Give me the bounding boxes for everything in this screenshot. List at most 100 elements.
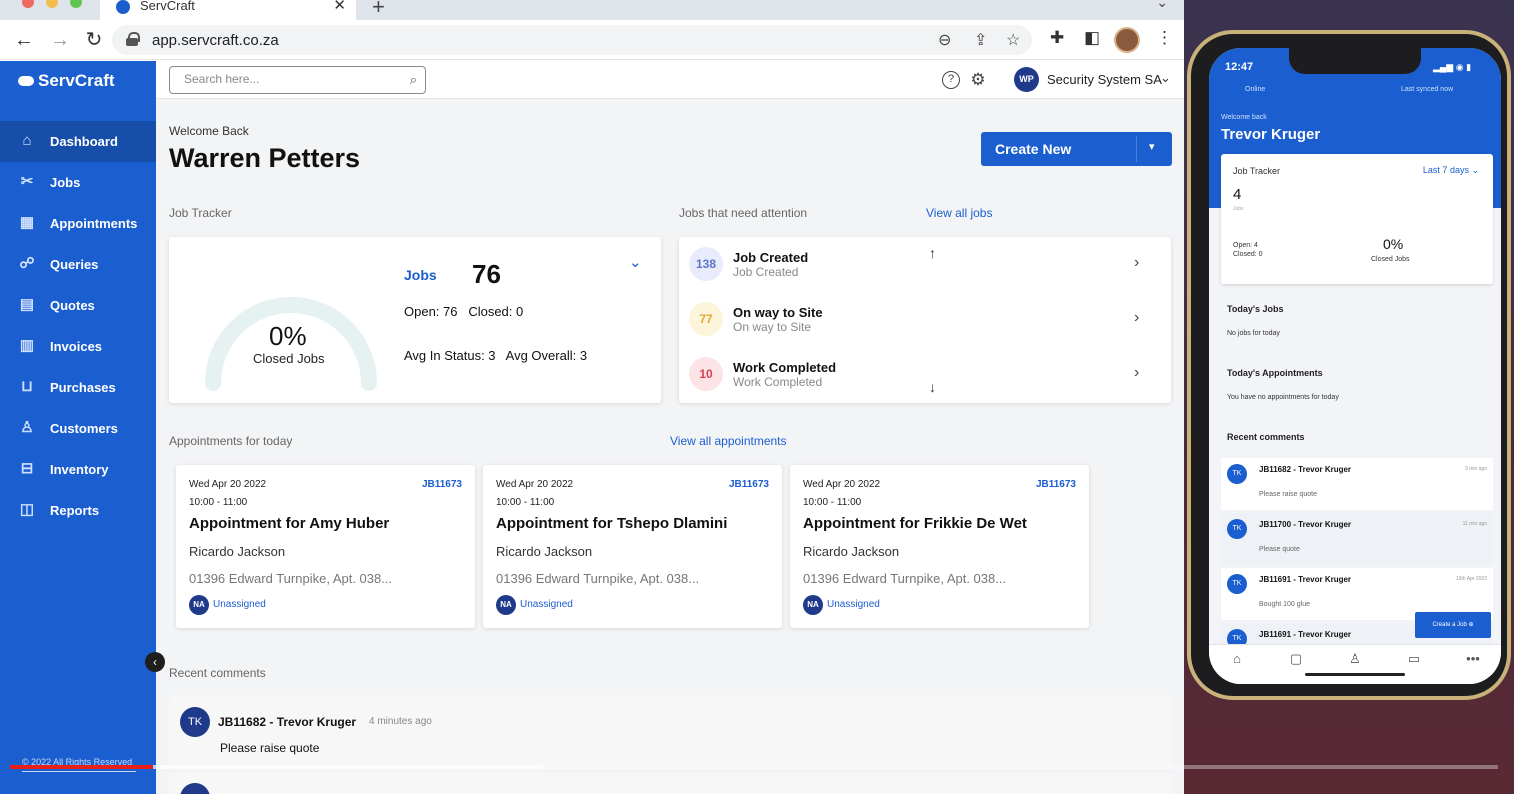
sidebar-item-label: Purchases <box>50 380 116 395</box>
org-name: Security System SA <box>1047 72 1162 87</box>
comment-time: 4 minutes ago <box>369 716 432 727</box>
browser-tab[interactable]: ServCraft ✕ <box>100 0 356 20</box>
chevron-right-icon[interactable]: › <box>1134 254 1139 272</box>
search-box[interactable]: ⌕ <box>169 66 426 94</box>
appointment-job-link[interactable]: JB11673 <box>729 479 769 490</box>
date-range-dropdown[interactable]: Last 7 days ⌄ <box>1423 165 1479 176</box>
tab-search-chevron-icon[interactable]: ⌄ <box>1156 0 1168 11</box>
home-indicator <box>1305 673 1405 676</box>
sidebar-item-quotes[interactable]: ▤ Quotes <box>0 285 156 326</box>
clipboard-icon[interactable]: ▭ <box>1402 651 1426 669</box>
mobile-jobs-count: 4 <box>1233 186 1242 203</box>
comment-heading: JB11700 - Trevor Kruger <box>1259 520 1352 529</box>
appointment-card[interactable]: Wed Apr 20 2022 10:00 - 11:00 JB11673 Appoi… <box>176 465 475 628</box>
appointment-card[interactable]: Wed Apr 20 2022 10:00 - 11:00 JB11673 Appoi… <box>790 465 1089 628</box>
servcraft-logo[interactable]: ServCraft <box>18 71 115 91</box>
status-count-badge: 10 <box>689 357 723 391</box>
report-icon: ◫ <box>19 501 35 518</box>
sidebar-item-invoices[interactable]: ▥ Invoices <box>0 326 156 367</box>
sidebar: ServCraft ⌂ Dashboard ✂ Jobs ▦ Appointments ☍ Q… <box>0 61 156 794</box>
side-panel-icon[interactable]: ◧ <box>1084 28 1100 48</box>
customers-icon[interactable]: ♙ <box>1343 651 1367 669</box>
attention-row[interactable]: 10 Work Completed Work Completed › <box>679 347 1171 402</box>
button-divider <box>1136 136 1137 162</box>
mobile-app-screen: 12:47 ▂▄▆ ◉ ▮ Online Last synced now Wel… <box>1209 48 1501 684</box>
tab-title: ServCraft <box>140 0 195 13</box>
create-job-button[interactable]: Create a Job ⊕ <box>1415 612 1491 638</box>
reload-icon[interactable]: ↻ <box>82 28 106 52</box>
sidebar-item-dashboard[interactable]: ⌂ Dashboard <box>0 121 156 162</box>
browser-menu-icon[interactable]: ⋮ <box>1156 28 1173 48</box>
attention-row[interactable]: 77 On way to Site On way to Site › <box>679 292 1171 347</box>
home-icon[interactable]: ⌂ <box>1225 651 1249 669</box>
assignee-avatar: NA <box>496 595 516 615</box>
comment-time: 11 min ago <box>1462 521 1487 527</box>
zoom-icon[interactable]: ⊖ <box>938 30 951 50</box>
browser-toolbar: ← → ↻ app.servcraft.co.za ⊖ ⇪ ☆ ✚ ◧ ⋮ <box>0 20 1184 60</box>
sidebar-item-queries[interactable]: ☍ Queries <box>0 244 156 285</box>
open-closed-counts: Open: 76 Closed: 0 <box>404 304 524 319</box>
settings-gear-icon[interactable]: ⚙ <box>969 71 987 89</box>
chevron-down-icon: ⌄ <box>1160 70 1171 85</box>
sidebar-item-appointments[interactable]: ▦ Appointments <box>0 203 156 244</box>
sidebar-item-purchases[interactable]: ⊔ Purchases <box>0 367 156 408</box>
appointment-card[interactable]: Wed Apr 20 2022 10:00 - 11:00 JB11673 Appoi… <box>483 465 782 628</box>
comment-heading: JB11682 - Trevor Kruger <box>1259 465 1352 474</box>
back-arrow-icon[interactable]: ← <box>12 28 36 52</box>
quote-doc-icon: ▤ <box>19 296 35 313</box>
tracker-expand-chevron-icon[interactable]: ⌄ <box>629 253 642 271</box>
address-bar[interactable]: app.servcraft.co.za ⊖ ⇪ ☆ <box>112 25 1032 55</box>
attention-row[interactable]: 138 Job Created Job Created › <box>679 237 1171 292</box>
lock-icon <box>126 32 140 46</box>
sync-status[interactable]: Last synced now <box>1401 86 1453 93</box>
close-window-button[interactable] <box>22 0 34 8</box>
chevron-right-icon[interactable]: › <box>1134 364 1139 382</box>
mobile-comment-item[interactable]: TK JB11682 - Trevor Kruger 3 min ago Please… <box>1221 458 1493 510</box>
job-tracker-card: 0% Closed Jobs Jobs 76 ⌄ Open: 76 Closed… <box>169 237 661 403</box>
new-tab-button[interactable]: + <box>372 0 385 20</box>
sidebar-item-label: Dashboard <box>50 134 118 149</box>
create-new-dropdown-icon[interactable]: ▾ <box>1149 140 1155 153</box>
profile-avatar[interactable] <box>1114 27 1140 53</box>
appointment-job-link[interactable]: JB11673 <box>1036 479 1076 490</box>
appointment-address: 01396 Edward Turnpike, Apt. 038... <box>803 571 1007 586</box>
sidebar-item-jobs[interactable]: ✂ Jobs <box>0 162 156 203</box>
sidebar-item-label: Quotes <box>50 298 95 313</box>
url-text[interactable]: app.servcraft.co.za <box>152 32 279 49</box>
share-icon[interactable]: ⇪ <box>974 30 987 50</box>
view-all-jobs-link[interactable]: View all jobs <box>926 206 992 220</box>
comment-heading[interactable]: JB11682 - Trevor Kruger <box>218 715 356 729</box>
extensions-puzzle-icon[interactable]: ✚ <box>1050 28 1064 48</box>
average-stats: Avg In Status: 3 Avg Overall: 3 <box>404 348 588 363</box>
view-all-appointments-link[interactable]: View all appointments <box>670 434 787 448</box>
bookmark-star-icon[interactable]: ☆ <box>1006 30 1020 50</box>
chevron-right-icon[interactable]: › <box>1134 309 1139 327</box>
search-input[interactable] <box>184 72 394 86</box>
forward-arrow-icon[interactable]: → <box>48 28 72 52</box>
comment-item-partial[interactable] <box>169 773 1172 794</box>
video-progress-bar[interactable] <box>10 765 1498 769</box>
comment-item[interactable]: TK JB11682 - Trevor Kruger 4 minutes ago… <box>169 695 1172 765</box>
sidebar-item-label: Reports <box>50 503 100 518</box>
collapse-sidebar-button[interactable]: ‹ <box>145 652 165 672</box>
sidebar-item-customers[interactable]: ♙ Customers <box>0 408 156 449</box>
sidebar-item-reports[interactable]: ◫ Reports <box>0 490 156 531</box>
tab-close-icon[interactable]: ✕ <box>333 0 346 14</box>
jobs-icon[interactable]: ▢ <box>1284 651 1308 669</box>
maximize-window-button[interactable] <box>70 0 82 8</box>
welcome-text: Welcome Back <box>169 124 249 138</box>
search-icon[interactable]: ⌕ <box>410 72 417 88</box>
create-new-button[interactable]: Create New ▾ <box>981 132 1172 166</box>
sidebar-item-label: Jobs <box>50 175 81 190</box>
status-time: 12:47 <box>1225 61 1254 73</box>
mobile-comment-item[interactable]: TK JB11700 - Trevor Kruger 11 min ago Pleas… <box>1221 513 1493 565</box>
minimize-window-button[interactable] <box>46 0 58 8</box>
closed-jobs-label: Closed Jobs <box>253 351 325 366</box>
sidebar-item-inventory[interactable]: ⊟ Inventory <box>0 449 156 490</box>
appointment-job-link[interactable]: JB11673 <box>422 479 462 490</box>
comment-heading: JB11691 - Trevor Kruger <box>1259 575 1352 584</box>
help-icon[interactable]: ? <box>942 71 960 89</box>
mobile-tab-bar: ⌂ ▢ ♙ ▭ ••• <box>1209 644 1501 684</box>
comment-avatar: TK <box>180 707 210 737</box>
more-icon[interactable]: ••• <box>1461 651 1485 669</box>
